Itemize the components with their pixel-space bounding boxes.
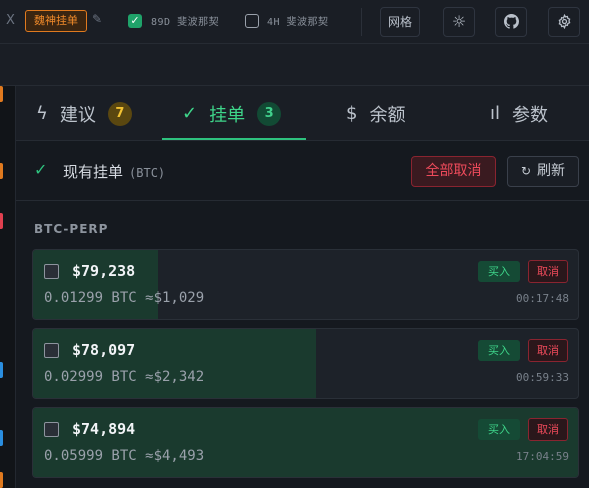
order-size: 0.02999 BTC ≈$2,342 (44, 369, 205, 385)
edge-marker (0, 163, 3, 179)
refresh-label: 刷新 (537, 163, 566, 179)
cancel-all-button[interactable]: 全部取消 (411, 156, 496, 187)
edge-marker (0, 86, 3, 102)
edge-marker (0, 362, 3, 378)
edge-marker (0, 430, 3, 446)
order-row: $78,097 0.02999 BTC ≈$2,342 买入 取消 00:59:… (32, 328, 579, 399)
x-icon[interactable]: X (6, 13, 15, 28)
tab-orders[interactable]: ✓ 挂单 3 (182, 86, 282, 141)
tab-bar: ϟ 建议 7 ✓ 挂单 3 $ 余额 ıl 参数 (16, 86, 589, 141)
cancel-order-button[interactable]: 取消 (528, 418, 568, 441)
refresh-icon: ↻ (520, 164, 532, 178)
buy-side-badge: 买入 (478, 340, 520, 361)
sun-icon: ☼ (451, 12, 467, 31)
order-time: 17:04:59 (516, 450, 569, 463)
order-row: $79,238 0.01299 BTC ≈$1,029 买入 取消 00:17:… (32, 249, 579, 320)
tab-params[interactable]: ıl 参数 (490, 86, 548, 141)
count-badge: 7 (107, 101, 132, 126)
bolt-icon: ϟ (36, 103, 48, 124)
order-select-checkbox[interactable] (44, 264, 59, 279)
left-edge-strip (0, 86, 16, 488)
check-icon: ✓ (182, 103, 198, 124)
top-toolbar: X 魏神挂单 ✎ ✓ 89D 斐波那契 4H 斐波那契 网格 ☼ (0, 0, 589, 44)
order-price: $79,238 (72, 262, 136, 280)
orders-unit: (BTC) (129, 166, 166, 180)
fib-89d-checkbox[interactable]: ✓ (128, 14, 142, 28)
fib-4h-checkbox[interactable] (245, 14, 259, 28)
tab-label: 建议 (59, 104, 96, 126)
order-price: $74,894 (72, 420, 136, 438)
tab-suggestions[interactable]: ϟ 建议 7 (36, 86, 132, 141)
orders-header: ✓ 现有挂单 (BTC) 全部取消 ↻ 刷新 (16, 141, 589, 201)
count-badge: 3 (257, 101, 282, 126)
gear-icon (558, 13, 570, 30)
symbol-group-label: BTC-PERP (34, 222, 109, 236)
grid-button[interactable]: 网格 (380, 7, 420, 37)
github-button[interactable] (495, 7, 527, 37)
cancel-order-button[interactable]: 取消 (528, 339, 568, 362)
tab-label: 参数 (512, 104, 549, 126)
orders-title: 现有挂单 (BTC) (63, 161, 165, 182)
active-tab-underline (162, 138, 306, 140)
refresh-button[interactable]: ↻ 刷新 (507, 156, 579, 187)
order-fill-bar (33, 250, 159, 319)
order-select-checkbox[interactable] (44, 343, 59, 358)
bar-chart-icon: ıl (490, 103, 501, 124)
tab-balance[interactable]: $ 余额 (346, 86, 405, 141)
buy-side-badge: 买入 (478, 261, 520, 282)
order-row: $74,894 0.05999 BTC ≈$4,493 买入 取消 17:04:… (32, 407, 579, 478)
order-size: 0.05999 BTC ≈$4,493 (44, 448, 205, 464)
edge-marker (0, 213, 3, 229)
strategy-tag[interactable]: 魏神挂单 (25, 10, 87, 32)
cancel-order-button[interactable]: 取消 (528, 260, 568, 283)
edge-marker (0, 472, 3, 488)
orders-panel: ϟ 建议 7 ✓ 挂单 3 $ 余额 ıl 参数 ✓ 现有挂单 (BTC) 全部取… (16, 86, 589, 488)
order-price: $78,097 (72, 341, 136, 359)
theme-toggle-button[interactable]: ☼ (443, 7, 475, 37)
fib-89d-label: 89D 斐波那契 (151, 17, 220, 28)
order-select-checkbox[interactable] (44, 422, 59, 437)
order-time: 00:17:48 (516, 292, 569, 305)
order-fill-bar (33, 329, 317, 398)
check-icon: ✓ (34, 160, 48, 179)
toolbar-divider (361, 8, 362, 36)
edit-pencil-icon[interactable]: ✎ (92, 12, 102, 26)
tab-label: 挂单 (209, 104, 246, 126)
dollar-icon: $ (346, 103, 358, 124)
tab-label: 余额 (369, 104, 406, 126)
fib-4h-label: 4H 斐波那契 (267, 17, 329, 28)
buy-side-badge: 买入 (478, 419, 520, 440)
order-size: 0.01299 BTC ≈$1,029 (44, 290, 205, 306)
order-time: 00:59:33 (516, 371, 569, 384)
orders-title-text: 现有挂单 (63, 163, 124, 181)
settings-button[interactable] (548, 7, 580, 37)
github-icon (503, 14, 519, 29)
sub-toolbar (0, 44, 589, 86)
